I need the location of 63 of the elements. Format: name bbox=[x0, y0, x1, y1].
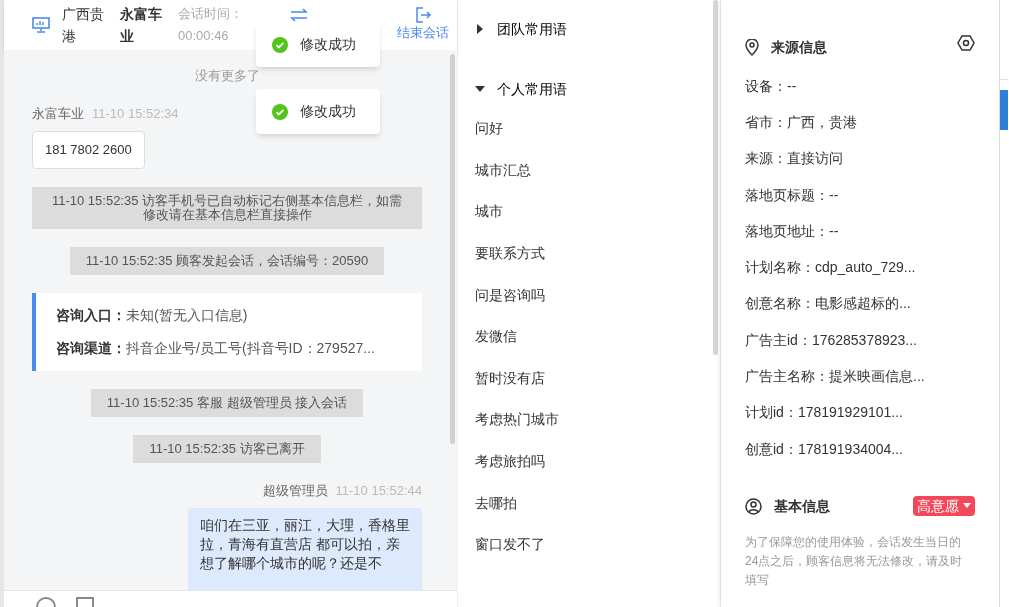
phrase-item[interactable]: 考虑旅拍吗 bbox=[475, 440, 713, 483]
system-message: 11-10 15:52:35 访客手机号已自动标记右侧基本信息栏，如需修改请在基本信息栏直接操作 bbox=[32, 186, 422, 229]
no-more-notice: 没有更多了 bbox=[194, 67, 260, 85]
location-pin-icon bbox=[745, 38, 759, 56]
field-value: 未知(暂无入口信息) bbox=[126, 305, 248, 325]
check-icon bbox=[272, 103, 288, 120]
transfer-icon[interactable] bbox=[290, 8, 308, 22]
toast-text: 修改成功 bbox=[300, 35, 356, 54]
region-text: 广西贵港 bbox=[62, 5, 105, 46]
caret-down-icon bbox=[963, 503, 971, 510]
phrase-item[interactable]: 要联系方式 bbox=[475, 232, 713, 275]
caret-right-icon bbox=[475, 24, 485, 34]
monitor-icon bbox=[32, 17, 50, 33]
system-message: 11-10 15:52:35 访客已离开 bbox=[133, 434, 321, 463]
info-row-text: 设备：-- bbox=[745, 76, 798, 96]
field-label: 咨询入口： bbox=[56, 305, 126, 325]
settings-icon[interactable] bbox=[957, 35, 975, 51]
info-row-text: 来源：直接访问 bbox=[745, 149, 844, 169]
sender-name: 永富车业 bbox=[32, 104, 84, 123]
phrase-item[interactable]: 发微信 bbox=[475, 315, 713, 358]
field-label: 咨询渠道： bbox=[56, 338, 126, 358]
phrase-item[interactable]: 暂时没有店 bbox=[475, 357, 713, 400]
phrase-item[interactable]: 问好 bbox=[475, 108, 713, 150]
notice-text: 为了保障您的使用体验，会话发生当日的24点之后，顾客信息将无法修改，请及时填写 bbox=[745, 534, 964, 590]
info-row-text: 计划名称：cdp_auto_729... bbox=[745, 258, 917, 278]
message-bubble: 咱们在三亚，丽江，大理，香格里拉，青海有直营店 都可以拍，亲想了解哪个城市的呢？还是不 bbox=[188, 508, 422, 590]
sender-name: 超级管理员 bbox=[262, 481, 328, 500]
phrase-group-header[interactable]: 个人常用语 bbox=[475, 78, 713, 100]
intent-tag[interactable]: 高意愿 bbox=[913, 496, 975, 517]
info-row-text: 落地页标题：-- bbox=[745, 185, 840, 205]
phrase-group-header[interactable]: 团队常用语 bbox=[475, 18, 713, 40]
info-row-text: 创意名称：电影感超标的... bbox=[745, 294, 912, 314]
section-title: 来源信息 bbox=[771, 37, 827, 57]
end-chat-button[interactable]: 结束会话 bbox=[397, 7, 449, 43]
phrase-item[interactable]: 窗口发不了 bbox=[475, 523, 713, 566]
section-title: 基本信息 bbox=[774, 496, 830, 516]
duration-label: 会话时间： bbox=[178, 5, 244, 23]
toast-text: 修改成功 bbox=[300, 102, 356, 121]
scrollbar[interactable] bbox=[450, 54, 455, 444]
info-row-text: 创意id：178191934004... bbox=[745, 439, 904, 459]
caret-down-icon bbox=[475, 84, 485, 94]
scrollbar[interactable] bbox=[713, 0, 718, 355]
phrase-item[interactable]: 问是咨询吗 bbox=[475, 274, 713, 316]
duration-value: 00:00:46 bbox=[178, 27, 230, 45]
check-icon bbox=[272, 36, 288, 53]
user-icon bbox=[745, 497, 762, 515]
message-time: 11-10 15:52:44 bbox=[335, 481, 422, 500]
phrase-item[interactable]: 城市 bbox=[475, 191, 713, 233]
exit-icon bbox=[415, 7, 431, 23]
message-time: 11-10 15:52:34 bbox=[92, 104, 179, 123]
message-bubble: 181 7802 2600 bbox=[32, 131, 145, 169]
phrase-item[interactable]: 去哪拍 bbox=[475, 482, 713, 524]
system-message: 11-10 15:52:35 客服 超级管理员 接入会话 bbox=[90, 388, 364, 417]
info-row-text: 计划id：178191929101... bbox=[745, 403, 904, 423]
phrase-item[interactable]: 考虑热门城市 bbox=[475, 399, 713, 441]
info-row-text: 落地页地址：-- bbox=[745, 221, 840, 241]
info-row-text: 省市：广西，贵港 bbox=[745, 112, 858, 132]
info-row-text: 广告主名称：提米映画信息... bbox=[745, 367, 926, 386]
info-row-text: 广告主id：176285378923... bbox=[745, 330, 918, 350]
customer-name: 永富车业 bbox=[120, 5, 163, 46]
field-value: 抖音企业号/员工号(抖音号ID：279527... bbox=[126, 338, 375, 358]
phrase-item[interactable]: 城市汇总 bbox=[475, 149, 713, 192]
system-message: 11-10 15:52:35 顾客发起会话，会话编号：20590 bbox=[69, 246, 385, 275]
